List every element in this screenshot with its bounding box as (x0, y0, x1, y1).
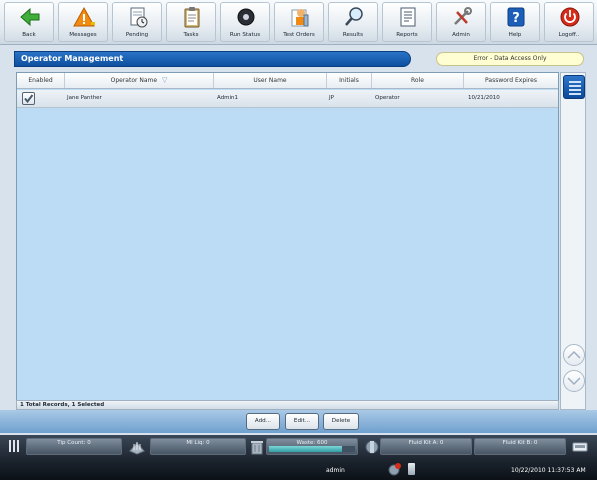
scroll-up-button[interactable] (563, 344, 585, 366)
table-header: Enabled Operator Name ▽ User Name Initia… (17, 73, 558, 89)
svg-text:?: ? (512, 11, 520, 26)
reports-label: Reports (396, 32, 418, 38)
cell-password-expires: 10/21/2010 (468, 95, 500, 101)
column-header-password-expires[interactable]: Password Expires (464, 73, 558, 88)
run-status-label: Run Status (229, 32, 261, 38)
add-button[interactable]: Add... (246, 413, 280, 430)
power-icon (559, 6, 581, 28)
record-count: 1 Total Records, 1 Selected (16, 400, 559, 410)
cell-user-name: Admin1 (217, 95, 239, 101)
date-time: 10/22/2010 11:37:53 AM (511, 467, 586, 474)
enabled-checkbox[interactable] (22, 92, 35, 105)
current-user: admin (326, 467, 345, 474)
column-header-initials[interactable]: Initials (327, 73, 372, 88)
help-button[interactable]: ? Help (490, 2, 540, 42)
logoff-label: Logoff.. (558, 32, 580, 38)
edit-button[interactable]: Edit... (285, 413, 319, 430)
admin-label: Admin (452, 32, 470, 38)
device-icon (408, 463, 415, 475)
page-title: Operator Management (21, 54, 124, 63)
pending-button[interactable]: Pending (112, 2, 162, 42)
table-scrollbar (560, 72, 586, 410)
column-header-user-name[interactable]: User Name (214, 73, 327, 88)
results-label: Results (342, 32, 364, 38)
messages-label: Messages (69, 32, 97, 38)
tasks-button[interactable]: Tasks (166, 2, 216, 42)
chevron-up-icon (567, 350, 581, 359)
list-view-toggle-button[interactable] (563, 75, 585, 99)
fluid-kit-b: Fluid Kit B: 0 (474, 438, 566, 455)
page-title-bar: Operator Management (14, 51, 411, 67)
waste-level: Waste: 600 (266, 438, 358, 455)
pending-document-icon (127, 6, 149, 28)
keyboard-icon[interactable] (572, 441, 588, 453)
connection-icon (387, 462, 401, 478)
warning-icon (73, 6, 95, 28)
operators-table: Enabled Operator Name ▽ User Name Initia… (16, 72, 559, 410)
help-icon: ? (505, 6, 527, 28)
messages-button[interactable]: Messages (58, 2, 108, 42)
tools-icon (451, 6, 473, 28)
main-toolbar: Back Messages Pending Tasks Run Status T… (0, 0, 597, 45)
back-label: Back (22, 32, 36, 38)
tasks-label: Tasks (183, 32, 199, 38)
results-button[interactable]: Results (328, 2, 378, 42)
waste-fill-bar (269, 446, 355, 452)
column-header-role[interactable]: Role (372, 73, 464, 88)
cell-operator-name: Jane Panther (67, 95, 102, 101)
column-header-operator-name-label: Operator Name (110, 77, 158, 84)
waste-fill (269, 446, 343, 452)
table-row[interactable]: Jane Panther Admin1 JP Operator 10/21/20… (17, 90, 558, 108)
column-header-operator-name[interactable]: Operator Name ▽ (65, 73, 214, 88)
test-orders-label: Test Orders (283, 32, 315, 38)
back-button[interactable]: Back (4, 2, 54, 42)
scroll-down-button[interactable] (563, 370, 585, 392)
cell-role: Operator (375, 95, 400, 101)
status-menu-icon[interactable] (8, 439, 20, 453)
report-icon (397, 6, 419, 28)
sort-descending-icon: ▽ (162, 76, 168, 84)
error-message: Error - Data Access Only (436, 52, 584, 66)
ml-liq: Ml Liq: 0 (150, 438, 246, 455)
magnifier-icon (343, 6, 365, 28)
test-orders-button[interactable]: Test Orders (274, 2, 324, 42)
logoff-button[interactable]: Logoff.. (544, 2, 594, 42)
status-bar: Tip Count: 0 Ml Liq: 0 Waste: 600 Fluid … (0, 435, 597, 480)
reports-button[interactable]: Reports (382, 2, 432, 42)
chevron-down-icon (567, 377, 581, 386)
pending-label: Pending (125, 32, 149, 38)
help-label: Help (508, 32, 522, 38)
fluid-kit-icon (364, 439, 380, 455)
delete-button[interactable]: Delete (323, 413, 359, 430)
fluid-kit-a: Fluid Kit A: 0 (380, 438, 472, 455)
run-status-button[interactable]: Run Status (220, 2, 270, 42)
disc-icon (235, 6, 257, 28)
column-header-enabled[interactable]: Enabled (17, 73, 65, 88)
test-orders-icon (289, 6, 311, 28)
tip-rack-icon (128, 439, 146, 455)
list-icon (569, 81, 581, 95)
back-arrow-icon (19, 6, 41, 28)
tip-count: Tip Count: 0 (26, 438, 122, 455)
clipboard-icon (181, 6, 203, 28)
waste-bin-icon (250, 439, 264, 455)
action-bar: Add... Edit... Delete (0, 410, 597, 433)
cell-initials: JP (329, 95, 334, 101)
checkmark-icon (24, 94, 34, 104)
admin-button[interactable]: Admin (436, 2, 486, 42)
